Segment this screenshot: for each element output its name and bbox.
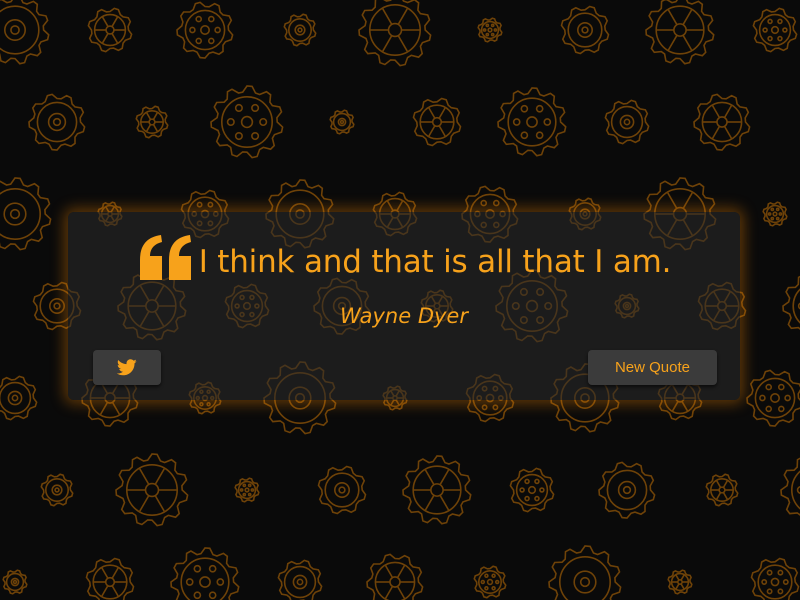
gear-shape (0, 375, 38, 421)
gear-shape (693, 93, 751, 151)
gear-shape (366, 553, 424, 600)
gear-shape (752, 7, 798, 53)
gear-shape (277, 559, 323, 600)
quote-text: I think and that is all that I am. (198, 244, 672, 280)
gear-shape (115, 453, 189, 527)
gear-shape (135, 105, 169, 139)
gear-shape (780, 457, 800, 517)
gear-shape (667, 569, 693, 595)
gear-shape (317, 465, 367, 515)
gear-shape (234, 477, 260, 503)
quote-author: Wayne Dyer (340, 304, 468, 328)
gear-shape (645, 0, 715, 65)
gear-shape (548, 545, 622, 600)
gear-shape (210, 85, 284, 159)
gear-shape (0, 177, 52, 251)
new-quote-button[interactable]: New Quote (588, 350, 717, 385)
gear-shape (750, 557, 800, 600)
gear-shape (782, 275, 800, 330)
gear-shape (477, 17, 503, 43)
gear-shape (412, 97, 462, 147)
gear-shape (283, 13, 317, 47)
gear-shape (0, 0, 50, 65)
gear-shape (40, 473, 74, 507)
gear-shape (560, 5, 610, 55)
gear-shape (762, 201, 788, 227)
quote-box: I think and that is all that I am. Wayne… (68, 212, 740, 400)
gear-shape (87, 7, 133, 53)
gear-shape (402, 455, 472, 525)
twitter-icon (117, 359, 137, 376)
gear-shape (2, 569, 28, 595)
gear-shape (85, 557, 135, 600)
gear-shape (170, 547, 240, 600)
gear-shape (604, 99, 650, 145)
gear-shape (598, 461, 656, 519)
gear-shape (329, 109, 355, 135)
gear-shape (176, 1, 234, 59)
tweet-button[interactable] (93, 350, 161, 385)
gear-shape (28, 93, 86, 151)
gear-shape (705, 473, 739, 507)
quote-mark-icon (139, 235, 191, 280)
quote-line: I think and that is all that I am. (68, 235, 740, 286)
page-stage: I think and that is all that I am. Wayne… (0, 0, 800, 600)
gear-shape (358, 0, 432, 67)
gear-shape (509, 467, 555, 513)
gear-shape (497, 87, 567, 157)
gear-shape (746, 369, 800, 427)
gear-shape (473, 565, 507, 599)
